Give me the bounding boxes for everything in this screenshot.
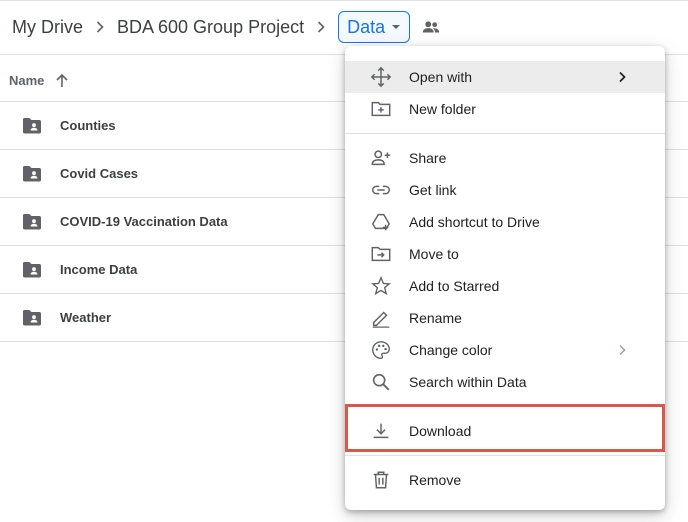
menu-item-label: Add to Starred xyxy=(409,278,500,294)
star-icon xyxy=(369,274,393,298)
shared-people-icon[interactable] xyxy=(420,16,442,38)
menu-item-rename[interactable]: Rename xyxy=(345,302,665,334)
add-person-icon xyxy=(369,146,393,170)
menu-item-add-to-starred[interactable]: Add to Starred xyxy=(345,270,665,302)
menu-divider xyxy=(345,406,665,407)
folder-name: Covid Cases xyxy=(60,166,139,181)
palette-icon xyxy=(369,338,393,362)
menu-item-move-to[interactable]: Move to xyxy=(345,238,665,270)
breadcrumb-parent-folder[interactable]: BDA 600 Group Project xyxy=(117,17,304,38)
shared-folder-icon xyxy=(23,213,41,229)
chevron-right-icon xyxy=(310,16,332,38)
chevron-right-icon xyxy=(619,344,626,356)
menu-item-label: Share xyxy=(409,150,447,166)
download-icon xyxy=(369,419,393,443)
menu-item-label: Open with xyxy=(409,69,473,85)
menu-item-share[interactable]: Share xyxy=(345,142,665,174)
move-arrows-icon xyxy=(369,65,393,89)
folder-name: Weather xyxy=(60,310,112,325)
menu-item-download[interactable]: Download xyxy=(345,415,665,447)
shared-folder-icon xyxy=(23,309,41,325)
menu-item-label: Rename xyxy=(409,310,462,326)
folder-name: Counties xyxy=(60,118,116,133)
menu-item-label: New folder xyxy=(409,101,476,117)
new-folder-icon xyxy=(369,97,393,121)
pencil-icon xyxy=(369,306,393,330)
context-menu: Open with New folder Share Get link Add … xyxy=(345,46,665,510)
chevron-right-icon xyxy=(619,71,626,83)
menu-item-label: Get link xyxy=(409,182,457,198)
menu-item-add-shortcut[interactable]: Add shortcut to Drive xyxy=(345,206,665,238)
name-column-header[interactable]: Name xyxy=(9,73,44,88)
menu-item-get-link[interactable]: Get link xyxy=(345,174,665,206)
menu-item-change-color[interactable]: Change color xyxy=(345,334,665,366)
folder-name: COVID-19 Vaccination Data xyxy=(60,214,228,229)
menu-item-label: Move to xyxy=(409,246,459,262)
menu-item-search-within[interactable]: Search within Data xyxy=(345,366,665,398)
menu-item-remove[interactable]: Remove xyxy=(345,464,665,496)
trash-icon xyxy=(369,468,393,492)
breadcrumb-current-folder-button[interactable]: Data xyxy=(338,11,411,43)
shared-folder-icon xyxy=(23,261,41,277)
menu-item-label: Download xyxy=(409,423,472,439)
chevron-right-icon xyxy=(89,16,111,38)
search-icon xyxy=(369,370,393,394)
menu-item-label: Add shortcut to Drive xyxy=(409,214,540,230)
menu-item-new-folder[interactable]: New folder xyxy=(345,93,665,125)
breadcrumb-my-drive[interactable]: My Drive xyxy=(12,17,83,38)
move-to-folder-icon xyxy=(369,242,393,266)
caret-down-icon xyxy=(392,25,401,29)
menu-item-label: Search within Data xyxy=(409,374,527,390)
folder-name: Income Data xyxy=(60,262,138,277)
breadcrumb-current-label: Data xyxy=(347,16,386,37)
menu-divider xyxy=(345,133,665,134)
shared-folder-icon xyxy=(23,117,41,133)
menu-item-label: Change color xyxy=(409,342,493,358)
menu-item-label: Remove xyxy=(409,472,462,488)
menu-item-open-with[interactable]: Open with xyxy=(345,61,665,93)
menu-divider xyxy=(345,455,665,456)
shared-folder-icon xyxy=(23,165,41,181)
drive-shortcut-icon xyxy=(369,210,393,234)
sort-arrow-up-icon[interactable] xyxy=(54,73,70,89)
link-icon xyxy=(369,178,393,202)
